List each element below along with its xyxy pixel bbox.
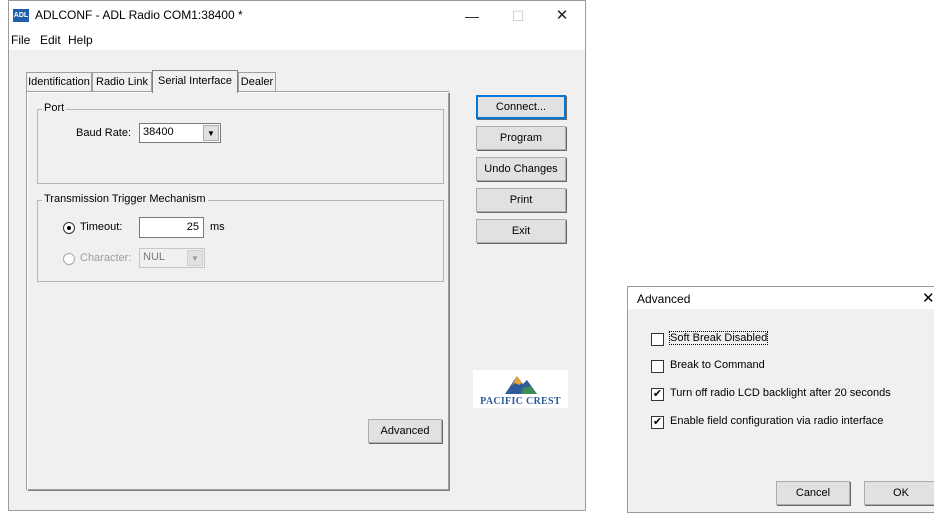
- character-radio[interactable]: [63, 253, 75, 265]
- character-label: Character:: [80, 252, 132, 264]
- close-icon[interactable]: ✕: [922, 289, 934, 307]
- timeout-label: Timeout:: [80, 221, 123, 233]
- logo-text: PACIFIC CREST: [480, 396, 561, 407]
- radio-selected-dot: [67, 226, 71, 230]
- chevron-down-icon[interactable]: ▼: [203, 125, 219, 141]
- window-title: ADLCONF - ADL Radio COM1:38400 *: [35, 8, 243, 22]
- undo-changes-button[interactable]: Undo Changes: [476, 157, 566, 181]
- soft-break-checkbox[interactable]: [651, 333, 664, 346]
- advanced-button[interactable]: Advanced: [368, 419, 442, 443]
- port-group-title: Port: [42, 102, 67, 114]
- backlight-checkbox[interactable]: ✔: [651, 388, 664, 401]
- field-config-label[interactable]: Enable field configuration via radio int…: [670, 415, 883, 427]
- baud-rate-select[interactable]: 38400 ▼: [139, 123, 221, 143]
- menu-file[interactable]: File: [11, 33, 30, 47]
- menu-edit[interactable]: Edit: [40, 33, 61, 47]
- break-to-command-checkbox[interactable]: [651, 360, 664, 373]
- break-to-command-label[interactable]: Break to Command: [670, 359, 765, 371]
- baud-rate-label: Baud Rate:: [76, 127, 132, 139]
- maximize-icon[interactable]: ☐: [495, 1, 541, 31]
- port-group: [37, 109, 444, 184]
- tab-dealer[interactable]: Dealer: [238, 72, 276, 92]
- character-select[interactable]: NUL ▼: [139, 248, 205, 268]
- connect-button[interactable]: Connect...: [476, 95, 566, 119]
- backlight-label[interactable]: Turn off radio LCD backlight after 20 se…: [670, 387, 891, 399]
- dialog-title-bar[interactable]: Advanced ✕: [628, 287, 934, 309]
- exit-button[interactable]: Exit: [476, 219, 566, 243]
- chevron-down-icon[interactable]: ▼: [187, 250, 203, 266]
- timeout-unit: ms: [210, 221, 225, 233]
- tab-identification[interactable]: Identification: [26, 72, 92, 92]
- minimize-icon[interactable]: —: [449, 1, 495, 31]
- field-config-checkbox[interactable]: ✔: [651, 416, 664, 429]
- advanced-dialog: Advanced ✕ Soft Break Disabled Break to …: [627, 286, 934, 513]
- timeout-input[interactable]: 25: [139, 217, 204, 238]
- tab-serial-interface[interactable]: Serial Interface: [152, 70, 238, 93]
- menu-bar: File Edit Help: [9, 32, 585, 50]
- pacific-crest-logo: PACIFIC CREST: [473, 370, 568, 408]
- title-bar[interactable]: ADL ADLCONF - ADL Radio COM1:38400 * — ☐…: [9, 1, 585, 32]
- soft-break-label[interactable]: Soft Break Disabled: [668, 331, 769, 345]
- baud-rate-value: 38400: [143, 126, 174, 138]
- cancel-button[interactable]: Cancel: [776, 481, 850, 505]
- dialog-title: Advanced: [637, 292, 691, 306]
- character-value: NUL: [143, 251, 166, 263]
- close-icon[interactable]: ✕: [539, 1, 585, 31]
- timeout-radio[interactable]: [63, 222, 75, 234]
- menu-help[interactable]: Help: [68, 33, 93, 47]
- print-button[interactable]: Print: [476, 188, 566, 212]
- app-icon: ADL: [13, 9, 29, 22]
- mountain-logo-icon: [505, 376, 537, 394]
- ok-button[interactable]: OK: [864, 481, 934, 505]
- trigger-group: [37, 200, 444, 282]
- trigger-group-title: Transmission Trigger Mechanism: [42, 193, 208, 205]
- tab-radio-link[interactable]: Radio Link: [92, 72, 152, 92]
- program-button[interactable]: Program: [476, 126, 566, 150]
